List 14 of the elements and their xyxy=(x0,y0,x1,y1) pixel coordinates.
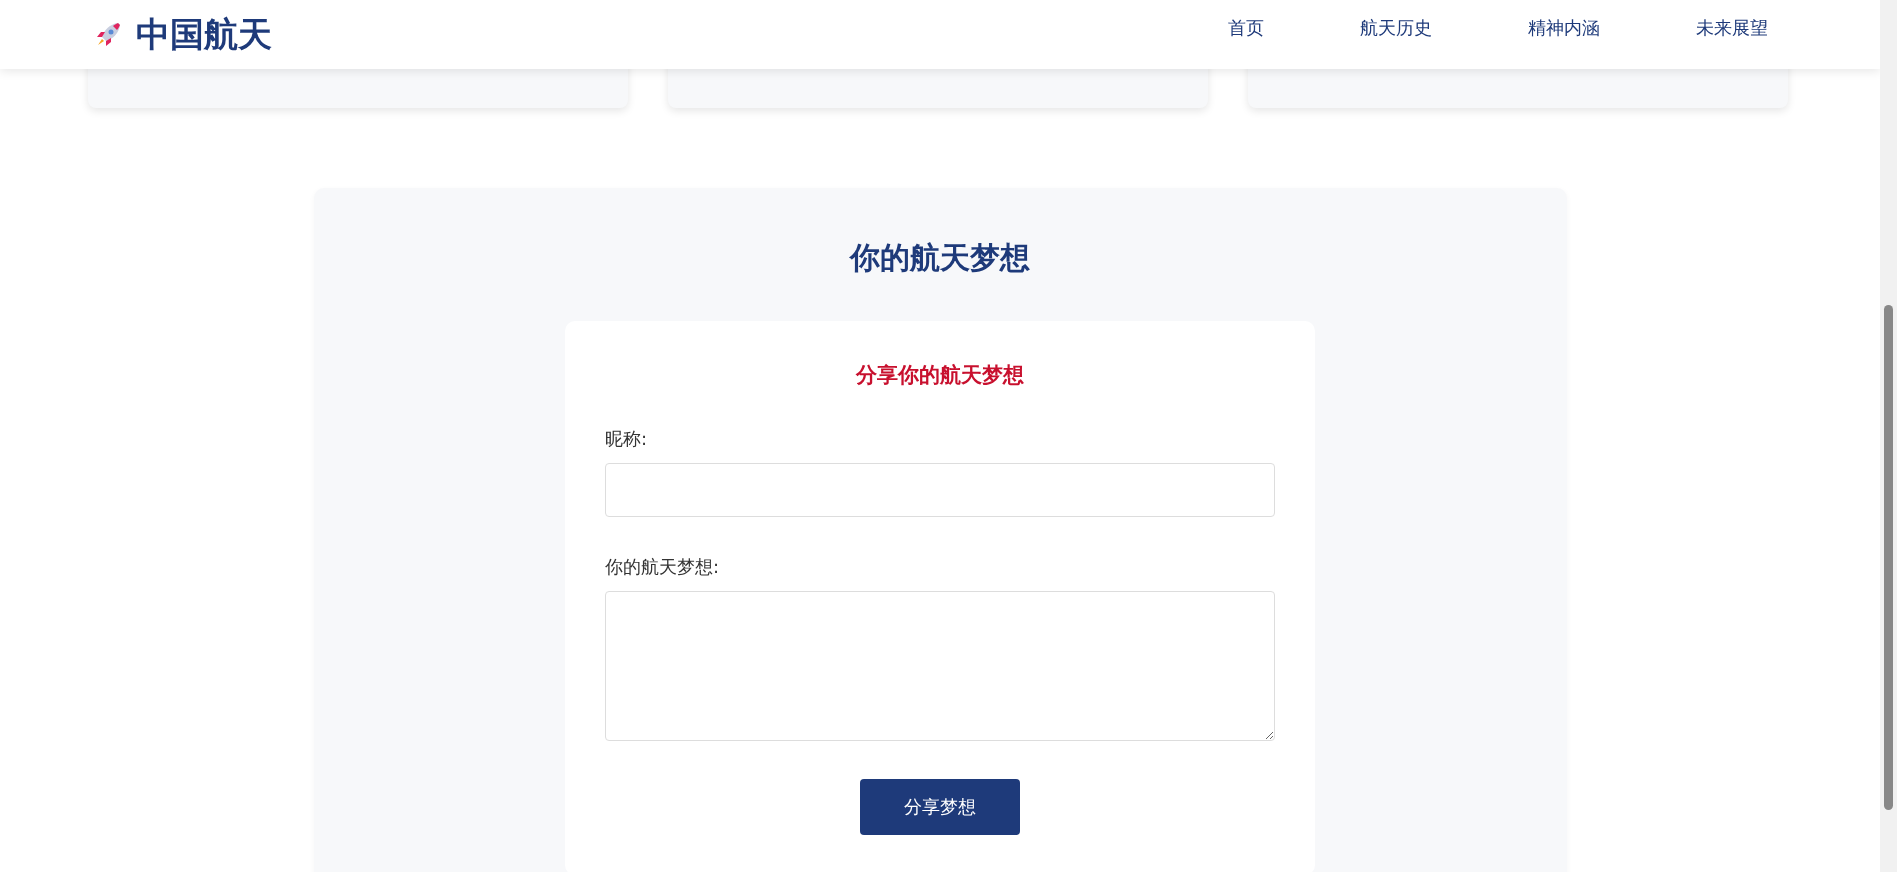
form-title: 分享你的航天梦想 xyxy=(854,362,1025,389)
share-button[interactable]: 分享梦想 xyxy=(860,779,1020,835)
field-label: 你的航天梦想: xyxy=(605,555,721,579)
nickname-input[interactable] xyxy=(605,463,1275,517)
nav-link[interactable]: 航天历史 xyxy=(1360,15,1432,40)
field-label: 昵称: xyxy=(605,427,649,451)
scrollbar[interactable] xyxy=(1880,0,1897,872)
nav-link[interactable]: 首页 xyxy=(1228,15,1264,40)
site-logo[interactable]: 中国航天 xyxy=(136,11,272,58)
scrollbar-thumb[interactable] xyxy=(1884,305,1893,810)
dream-textarea[interactable] xyxy=(605,591,1275,741)
nav-link[interactable]: 精神内涵 xyxy=(1528,15,1600,40)
section-title: 你的航天梦想 xyxy=(848,239,1031,277)
nav-link[interactable]: 未来展望 xyxy=(1696,15,1768,40)
